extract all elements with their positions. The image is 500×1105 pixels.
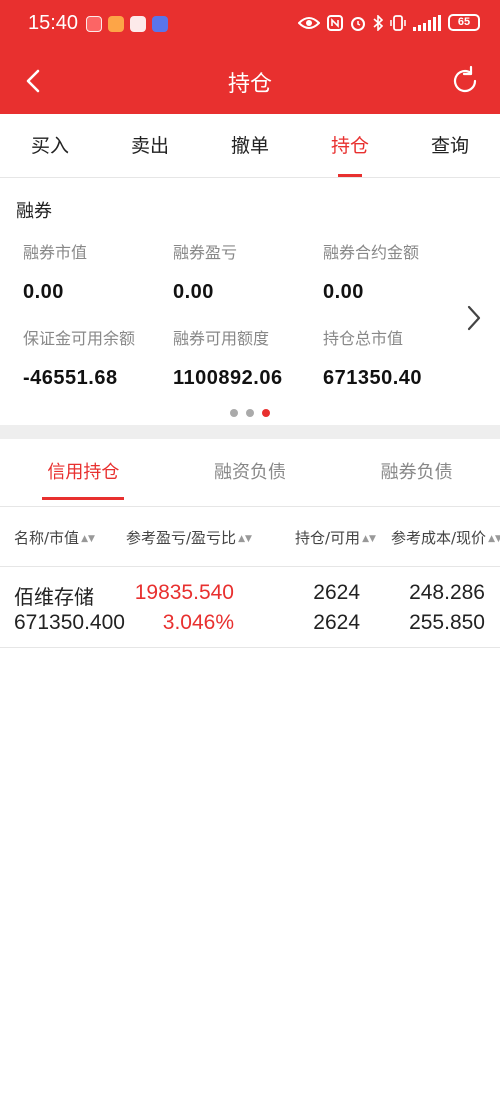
- metric-label: 融券合约金额: [323, 243, 420, 262]
- metric-total-position-value: 持仓总市值 671350.40: [323, 325, 473, 390]
- battery-icon: 65: [448, 14, 480, 31]
- metric-label: 持仓总市值: [323, 329, 404, 348]
- column-label: 持仓/可用: [295, 529, 361, 547]
- pnl-value: 19835.540: [134, 581, 234, 604]
- metric-label: 融券盈亏: [173, 243, 238, 262]
- app-notification-icon: [130, 16, 146, 32]
- signal-icon: [413, 14, 441, 31]
- column-label: 参考盈亏/盈亏比: [126, 529, 237, 547]
- mail-app-icon: [86, 16, 102, 32]
- page-title: 持仓: [227, 72, 272, 97]
- app-notification-icon: [108, 16, 124, 32]
- holding-tabs: 信用持仓 融资负债 融券负债: [0, 439, 500, 507]
- status-bar: 15:40 65: [0, 0, 500, 50]
- tab-credit-holdings[interactable]: 信用持仓: [0, 439, 167, 506]
- trade-tabs: 买入 卖出 撤单 持仓 查询: [0, 114, 500, 178]
- vibrate-icon: [390, 14, 406, 31]
- metric-lending-pnl: 融券盈亏 0.00: [173, 239, 323, 304]
- page-dot: [230, 409, 238, 417]
- nfc-icon: [327, 14, 343, 31]
- column-header-position[interactable]: 持仓/可用 ▲▼: [295, 527, 376, 548]
- page-indicator: [0, 409, 500, 417]
- position-qty: 2624: [313, 581, 360, 604]
- table-row[interactable]: 佰维存储 671350.400 19835.540 3.046% 2624 26…: [0, 567, 500, 648]
- page-dot: [246, 409, 254, 417]
- cost-price: 248.286: [409, 581, 485, 604]
- metric-value: 0.00: [23, 281, 64, 303]
- column-header-pnl[interactable]: 参考盈亏/盈亏比 ▲▼: [126, 527, 252, 548]
- sort-icon: ▲▼: [81, 533, 95, 544]
- sort-icon: ▲▼: [238, 533, 252, 544]
- tab-holdings[interactable]: 持仓: [300, 114, 400, 177]
- metric-value: 0.00: [323, 281, 364, 303]
- tab-query[interactable]: 查询: [400, 114, 500, 177]
- column-label: 参考成本/现价: [391, 529, 487, 547]
- wifi-app-icon: [152, 16, 168, 32]
- notification-icons: [86, 16, 168, 32]
- bluetooth-icon: [373, 14, 383, 31]
- stock-name: 佰维存储: [14, 585, 94, 609]
- eye-icon: [298, 16, 320, 29]
- metric-label: 保证金可用余额: [23, 329, 136, 348]
- pnl-ratio: 3.046%: [162, 611, 234, 634]
- sort-icon: ▲▼: [488, 533, 500, 544]
- metric-label: 融券可用额度: [173, 329, 270, 348]
- status-time: 15:40: [28, 12, 79, 34]
- tab-lending-liabilities[interactable]: 融券负债: [333, 439, 500, 506]
- available-qty: 2624: [313, 611, 360, 634]
- tab-sell[interactable]: 卖出: [100, 114, 200, 177]
- tab-cancel-order[interactable]: 撤单: [200, 114, 300, 177]
- metric-margin-available-balance: 保证金可用余额 -46551.68: [23, 325, 173, 390]
- tab-margin-liabilities[interactable]: 融资负债: [167, 439, 334, 506]
- section-title: 融券: [16, 201, 52, 222]
- status-icons: 65: [298, 14, 480, 31]
- metric-lending-market-value: 融券市值 0.00: [23, 239, 173, 304]
- metric-value: 0.00: [173, 281, 214, 303]
- column-label: 名称/市值: [14, 529, 80, 547]
- metric-lending-contract-amount: 融券合约金额 0.00: [323, 239, 473, 304]
- sort-icon: ▲▼: [362, 533, 376, 544]
- metric-lending-available-quota: 融券可用额度 1100892.06: [173, 325, 323, 390]
- page-dot-active: [262, 409, 270, 417]
- metric-value: 1100892.06: [173, 367, 283, 389]
- column-header-cost[interactable]: 参考成本/现价 ▲▼: [391, 527, 500, 548]
- current-price: 255.850: [409, 611, 485, 634]
- market-value: 671350.400: [14, 611, 125, 634]
- section-divider: [0, 425, 500, 439]
- refresh-icon[interactable]: [448, 64, 482, 98]
- metric-value: 671350.40: [323, 367, 423, 389]
- metric-label: 融券市值: [23, 243, 88, 262]
- chevron-right-icon[interactable]: [464, 303, 484, 333]
- column-header-name[interactable]: 名称/市值 ▲▼: [14, 527, 95, 548]
- alarm-icon: [351, 16, 365, 31]
- metric-value: -46551.68: [23, 367, 118, 389]
- securities-lending-summary[interactable]: 融券 融券市值 0.00 融券盈亏 0.00 融券合约金额 0.00 保证金可用…: [0, 179, 500, 425]
- table-header: 名称/市值 ▲▼ 参考盈亏/盈亏比 ▲▼ 持仓/可用 ▲▼ 参考成本/现价 ▲▼: [0, 507, 500, 567]
- tab-buy[interactable]: 买入: [0, 114, 100, 177]
